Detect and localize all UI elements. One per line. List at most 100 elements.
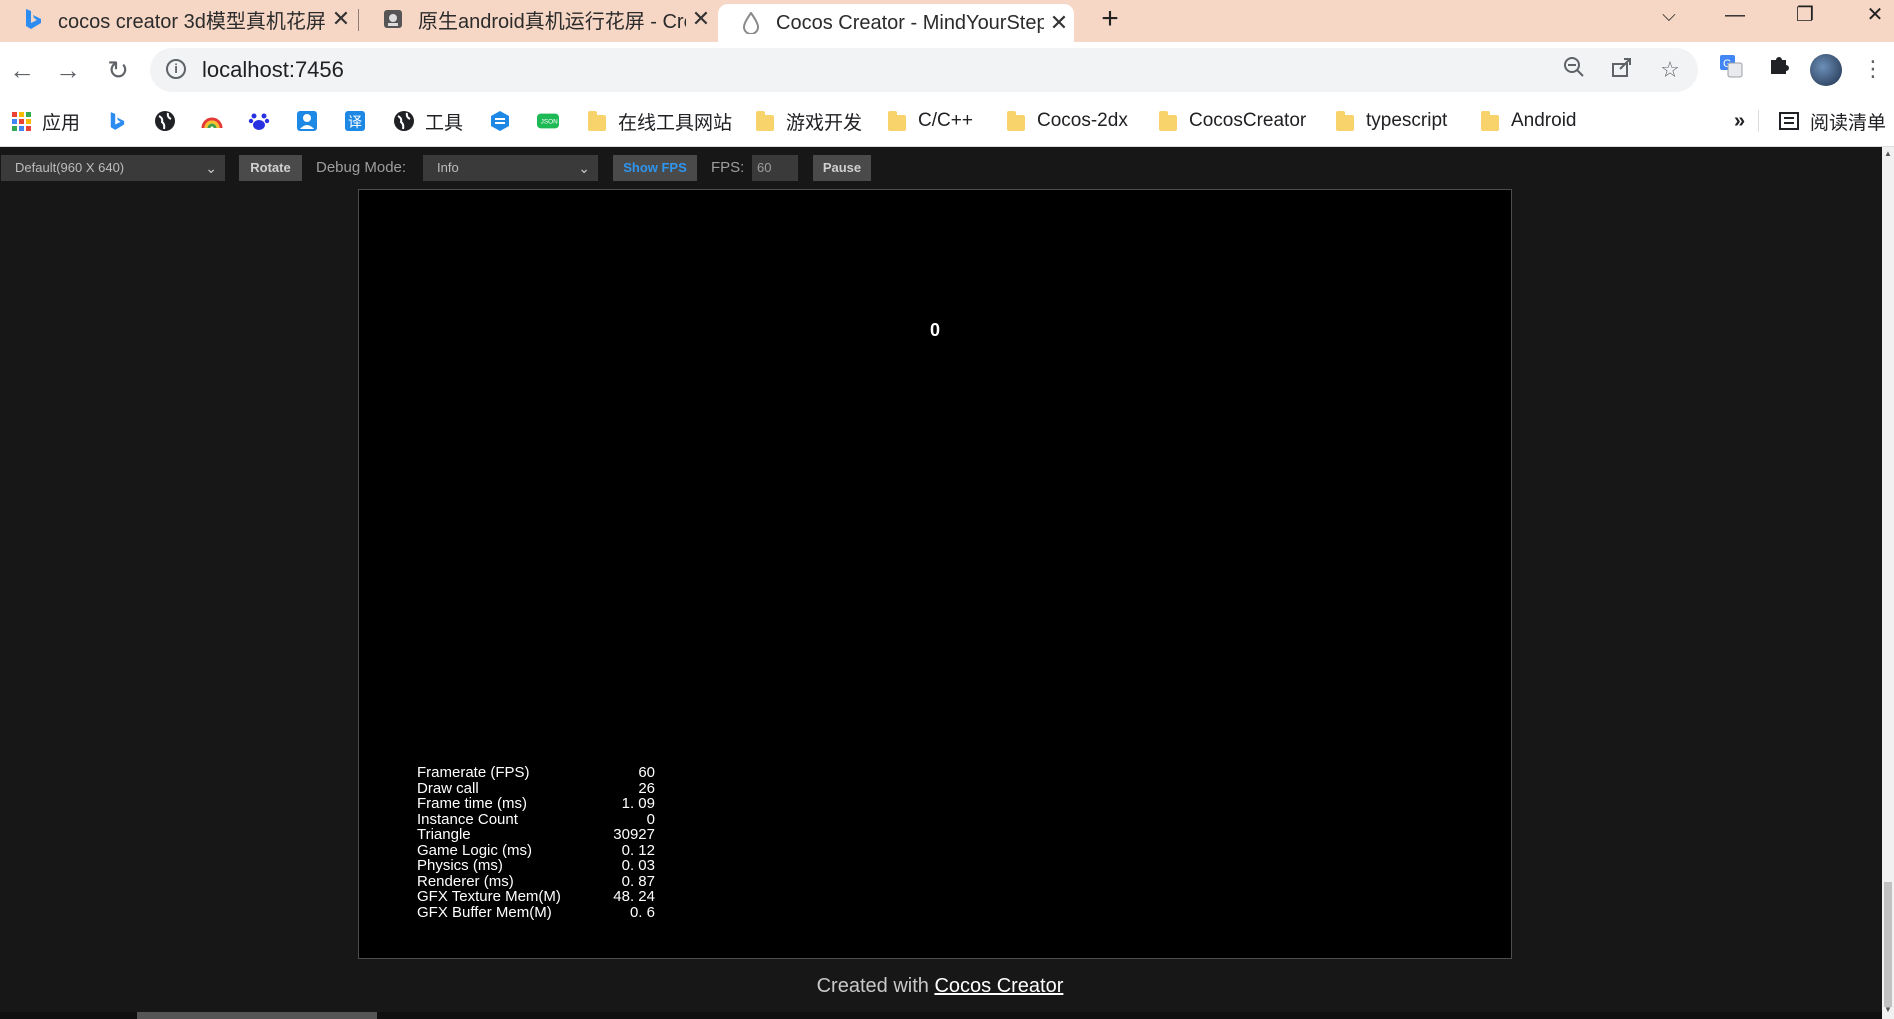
close-icon[interactable]: ✕: [326, 6, 356, 32]
game-canvas[interactable]: 0 Framerate (FPS) 60 Draw call 26 Frame ti…: [358, 189, 1512, 959]
folder-icon: [586, 110, 608, 132]
svg-text:译: 译: [348, 115, 362, 131]
folder-icon: [1479, 110, 1501, 132]
stat-row: Triangle 30927: [417, 826, 655, 843]
rotate-button[interactable]: Rotate: [239, 155, 302, 181]
globe-icon: [154, 110, 176, 132]
stat-row: Draw call 26: [417, 779, 655, 797]
url-text[interactable]: localhost:7456: [202, 48, 344, 92]
tab-bing-search[interactable]: cocos creator 3d模型真机花屏 - ✕: [0, 0, 356, 38]
bookmark-folder-typescript[interactable]: typescript: [1334, 98, 1447, 144]
cocos-icon: [740, 12, 762, 34]
tab-separator: [358, 9, 359, 31]
browser-toolbar: ← → ↻ i localhost:7456 ☆ G ⋮: [0, 42, 1894, 98]
bookmarks-more-chevron-icon[interactable]: »: [1734, 98, 1745, 144]
resolution-select[interactable]: Default(960 X 640) ⌄: [1, 155, 225, 181]
translate-icon: 译: [344, 110, 366, 132]
horizontal-scroll-thumb[interactable]: [137, 1012, 377, 1019]
stat-row: Frame time (ms) 1. 09: [417, 795, 655, 812]
debug-mode-label: Debug Mode:: [316, 159, 407, 176]
close-icon[interactable]: ✕: [686, 6, 716, 32]
new-tab-button[interactable]: +: [1093, 2, 1127, 36]
bookmark-folder-cocoscreator[interactable]: CocosCreator: [1157, 98, 1306, 144]
cocos-forum-icon: [382, 8, 404, 30]
profiler-stats: Framerate (FPS) 60 Draw call 26 Frame time…: [417, 765, 655, 920]
stat-row: GFX Buffer Mem(M) 0. 6: [417, 903, 655, 921]
bookmark-json[interactable]: JSON: [537, 98, 569, 144]
translate-extension-icon[interactable]: G: [1716, 54, 1746, 84]
bookmarks-bar: 应用 译 工具 JSON 在线工具网站 游戏开发 C/C++ Cocos-2dx…: [0, 98, 1894, 147]
baidu-icon: [248, 110, 270, 132]
apps-icon: [10, 110, 32, 132]
bookmark-folder-cocos2dx[interactable]: Cocos-2dx: [1005, 98, 1128, 144]
rainbow-icon: [201, 110, 223, 132]
bookmarks-divider: [1758, 110, 1759, 132]
stat-row: Physics (ms) 0. 03: [417, 857, 655, 874]
bookmark-baidu[interactable]: [248, 98, 280, 144]
bookmark-bing[interactable]: [106, 98, 138, 144]
bookmark-translate[interactable]: 译: [344, 98, 376, 144]
profile-avatar[interactable]: [1810, 54, 1842, 86]
bookmark-folder-cpp[interactable]: C/C++: [886, 98, 973, 144]
footer-prefix: Created with: [816, 975, 929, 997]
cocos-creator-link[interactable]: Cocos Creator: [934, 975, 1063, 997]
scroll-down-icon[interactable]: ▼: [1882, 1005, 1894, 1014]
vertical-scrollbar[interactable]: ▲ ▼: [1882, 147, 1894, 1019]
show-fps-button[interactable]: Show FPS: [613, 155, 697, 181]
folder-icon: [1005, 110, 1027, 132]
bookmark-folder-game-dev[interactable]: 游戏开发: [754, 98, 862, 144]
close-window-button[interactable]: ✕: [1846, 0, 1894, 36]
footer: Created with Cocos Creator: [0, 975, 1880, 998]
folder-icon: [886, 110, 908, 132]
vertical-scroll-thumb[interactable]: [1884, 882, 1892, 1007]
folder-icon: [1334, 110, 1356, 132]
json-icon: JSON: [537, 110, 559, 132]
contact-icon: [296, 110, 318, 132]
zoom-icon[interactable]: [1560, 56, 1588, 84]
preview-toolbar: Default(960 X 640) ⌄ Rotate Debug Mode: …: [0, 147, 1880, 187]
bookmark-folder-online-tools[interactable]: 在线工具网站: [586, 98, 732, 144]
menu-kebab-icon[interactable]: ⋮: [1858, 54, 1888, 84]
back-arrow-icon[interactable]: ←: [4, 52, 40, 88]
fps-label: FPS:: [711, 159, 745, 176]
tab-cocos-forum[interactable]: 原生android真机运行花屏 - Cre ✕: [360, 0, 716, 38]
bing-icon: [106, 110, 128, 132]
stat-row: Renderer (ms) 0. 87: [417, 872, 655, 890]
reload-icon[interactable]: ↻: [100, 52, 136, 88]
extensions-puzzle-icon[interactable]: [1764, 54, 1794, 84]
bookmark-rainbow[interactable]: [201, 98, 233, 144]
stat-row: Instance Count 0: [417, 810, 655, 828]
pause-button[interactable]: Pause: [813, 155, 871, 181]
bookmark-edge[interactable]: [489, 98, 521, 144]
horizontal-scrollbar[interactable]: [0, 1012, 1882, 1019]
bookmark-globe[interactable]: [154, 98, 186, 144]
bing-icon: [22, 8, 44, 30]
stat-row: Game Logic (ms) 0. 12: [417, 841, 655, 859]
stat-row: Framerate (FPS) 60: [417, 764, 655, 781]
share-icon[interactable]: [1608, 56, 1636, 84]
folder-icon: [754, 110, 776, 132]
bookmark-apps[interactable]: 应用: [10, 98, 80, 144]
scroll-up-icon[interactable]: ▲: [1882, 149, 1894, 158]
forward-arrow-icon[interactable]: →: [50, 52, 86, 88]
reading-list-icon: [1778, 110, 1800, 132]
address-bar[interactable]: i localhost:7456 ☆: [150, 48, 1698, 92]
tab-cocos-creator[interactable]: Cocos Creator - MindYourStep ✕: [718, 4, 1074, 42]
reading-list[interactable]: 阅读清单: [1778, 98, 1886, 144]
close-icon[interactable]: ✕: [1044, 10, 1074, 36]
site-info-icon[interactable]: i: [166, 59, 186, 79]
tab-search-chevron-icon[interactable]: ⌵: [1640, 0, 1698, 36]
folder-icon: [1157, 110, 1179, 132]
restore-button[interactable]: ❐: [1776, 0, 1834, 36]
debug-mode-select[interactable]: Info ⌄: [423, 155, 598, 181]
tab-strip: cocos creator 3d模型真机花屏 - ✕ 原生android真机运行…: [0, 0, 1894, 42]
stat-row: GFX Texture Mem(M) 48. 24: [417, 888, 655, 905]
bookmark-tools[interactable]: 工具: [393, 98, 463, 144]
bookmark-contact[interactable]: [296, 98, 328, 144]
fps-input[interactable]: 60: [752, 155, 798, 181]
minimize-button[interactable]: —: [1706, 0, 1764, 36]
svg-text:JSON: JSON: [541, 119, 558, 126]
bookmark-folder-android[interactable]: Android: [1479, 98, 1577, 144]
bookmark-star-icon[interactable]: ☆: [1656, 56, 1684, 84]
score-label: 0: [929, 320, 940, 340]
